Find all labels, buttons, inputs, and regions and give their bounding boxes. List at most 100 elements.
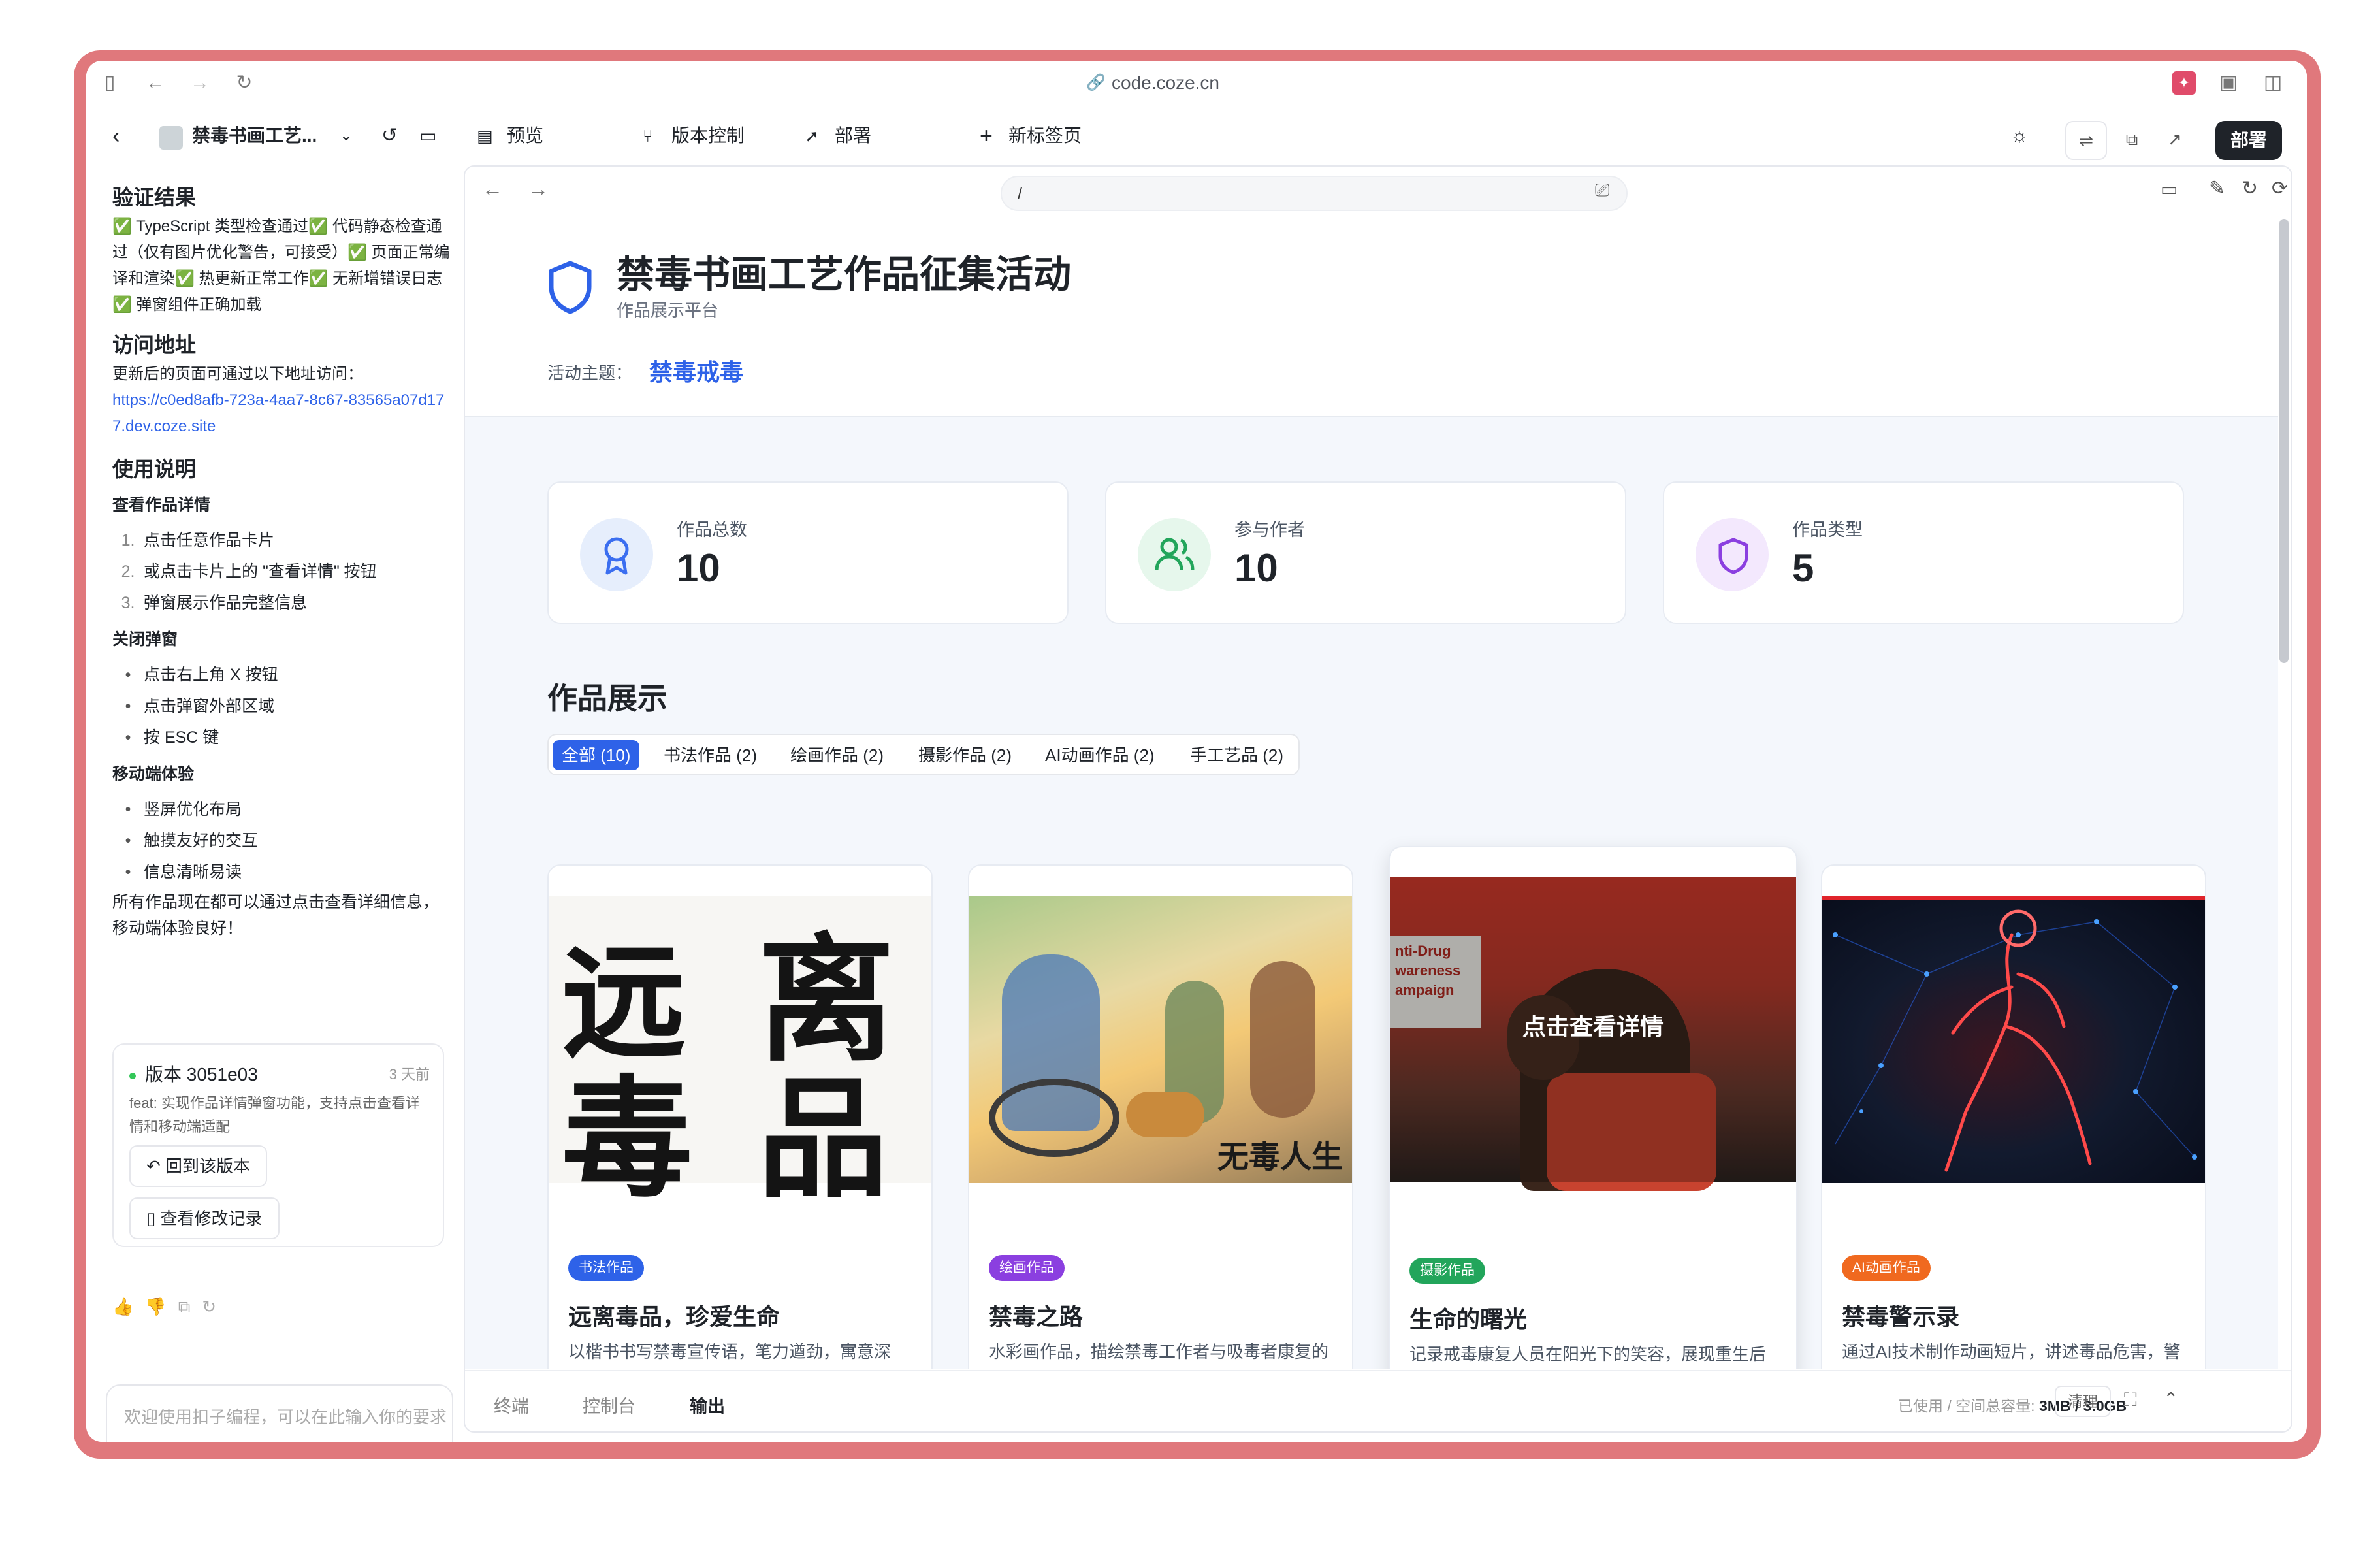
chat-input-box[interactable]: 欢迎使用扣子编程，可以在此输入你的要求 15 + ⇌ ⫼ 技能 自动 ⌄ ↑	[106, 1384, 453, 1442]
tab-output[interactable]: 输出	[690, 1392, 725, 1418]
filter-all[interactable]: 全部 (10)	[553, 740, 640, 770]
filter-ai-animation[interactable]: AI动画作品 (2)	[1036, 740, 1164, 770]
artwork-card[interactable]: 无毒人生 绘画作品 禁毒之路 水彩画作品，描绘禁毒工作者与吸毒者康复的场景，色彩…	[968, 864, 1353, 1369]
preview-nav: ← → / ⎚ ▭ ✎ ↻ ⟳	[465, 167, 2291, 216]
history-icon[interactable]: ↺	[381, 121, 398, 151]
translate-icon[interactable]: ▣	[2217, 71, 2240, 95]
page-header: 禁毒书画工艺作品征集活动 作品展示平台 活动主题： 禁毒戒毒	[465, 218, 2278, 417]
sun-icon[interactable]: ☼	[2010, 121, 2029, 151]
fullscreen-icon[interactable]: ⛶	[2124, 1390, 2137, 1411]
artwork-card[interactable]: AI动画作品 禁毒警示录 通过AI技术制作动画短片，讲述毒品危害，警示青少年远离…	[1821, 864, 2206, 1369]
external-link-icon[interactable]: ↗	[2154, 121, 2196, 160]
filter-painting[interactable]: 绘画作品 (2)	[781, 740, 893, 770]
list-item: • 点击右上角 X 按钮	[125, 666, 278, 684]
stat-card-works: 作品总数 10	[547, 481, 1069, 624]
filter-crafts[interactable]: 手工艺品 (2)	[1181, 740, 1293, 770]
page-title: 禁毒书画工艺作品征集活动	[617, 253, 1072, 296]
calligraphy-char: 毒	[562, 1062, 693, 1216]
sidebar-toggle-icon[interactable]: ▯	[98, 71, 121, 95]
list-item: • 竖屏优化布局	[125, 800, 242, 819]
list-item: • 触摸友好的交互	[125, 832, 259, 850]
split-view-icon[interactable]: ◫	[2261, 71, 2285, 95]
shield-icon	[1718, 538, 1748, 574]
summary-text: 所有作品现在都可以通过点击查看详细信息，移动端体验良好！	[112, 893, 440, 937]
filter-calligraphy[interactable]: 书法作品 (2)	[654, 740, 766, 770]
preview-forward-icon[interactable]: →	[528, 177, 549, 201]
scrollbar[interactable]	[2279, 219, 2289, 663]
artwork-desc: 水彩画作品，描绘禁毒工作者与吸毒者康复的场景，色彩温暖充满希望。	[989, 1342, 1329, 1369]
usage-title: 使用说明	[112, 457, 197, 481]
collapse-panel-icon[interactable]: ⌃	[2163, 1388, 2178, 1410]
list-item: 1. 点击任意作品卡片	[121, 531, 275, 549]
verify-text: ✅ TypeScript 类型检查通过✅ 代码静态检查通过（仅有图片优化警告，可…	[112, 218, 450, 314]
category-badge: 书法作品	[568, 1255, 644, 1281]
undo-icon: ↶	[146, 1156, 166, 1176]
tab-terminal[interactable]: 终端	[494, 1392, 529, 1418]
app-toolbar: ‹ 禁毒书画工艺... ⌄ ↺ ▭ ▤ 预览 ⑂ 版本控制 ➚ 部署 + 新标签…	[86, 108, 2307, 164]
artwork-desc: 通过AI技术制作动画短片，讲述毒品危害，警示青少年远离毒品。	[1842, 1342, 2181, 1369]
settings-icon[interactable]: ⇌	[2065, 121, 2107, 160]
artwork-desc: 记录戒毒康复人员在阳光下的笑容，展现重生后的美好生活。	[1409, 1344, 1767, 1364]
preview-address[interactable]: /	[1001, 176, 1628, 211]
plus-icon[interactable]: +	[980, 121, 993, 151]
artwork-image	[1822, 896, 2205, 1183]
stat-card-authors: 参与作者 10	[1105, 481, 1626, 624]
stat-value: 5	[1792, 546, 1814, 590]
back-icon[interactable]: ←	[144, 71, 167, 95]
stat-value: 10	[1234, 546, 1278, 590]
preview-back-icon[interactable]: ←	[482, 177, 503, 201]
screen-icon[interactable]: ⎚	[1595, 180, 1609, 201]
device-icon[interactable]: ▭	[2161, 178, 2178, 200]
sync-icon[interactable]: ⟳	[2272, 177, 2288, 200]
view-history-button[interactable]: ▯ 查看修改记录	[129, 1197, 280, 1239]
forward-icon[interactable]: →	[188, 71, 212, 95]
artwork-image: 远 离 毒 品	[549, 896, 931, 1216]
deploy-button[interactable]: 部署	[2215, 121, 2282, 160]
access-url[interactable]: https://c0ed8afb-723a-4aa7-8c67-83565a07…	[112, 387, 452, 440]
filter-photography[interactable]: 摄影作品 (2)	[909, 740, 1021, 770]
theme-value: 禁毒戒毒	[649, 359, 744, 385]
tab-new[interactable]: 新标签页	[1008, 121, 1082, 151]
stat-value: 10	[677, 546, 720, 590]
reload-icon[interactable]: ↻	[233, 71, 256, 95]
view-title: 查看作品详情	[112, 496, 211, 514]
artwork-card-hovered[interactable]: nti-Drug wareness ampaign 点击查看详情 摄影作品 生命的曙…	[1389, 846, 1797, 1369]
calligraphy-char: 品	[758, 1062, 889, 1216]
tab-console[interactable]: 控制台	[583, 1392, 635, 1418]
copy-icon[interactable]: ⧉	[2111, 121, 2153, 160]
feedback-icons[interactable]: 👍👎⧉↻	[112, 1297, 228, 1318]
access-title: 访问地址	[112, 333, 197, 357]
artwork-card[interactable]: 远 离 毒 品 书法作品 远离毒品，珍爱生命 以楷书书写禁毒宣传语，笔力遒劲，寓…	[547, 864, 933, 1369]
tab-version-control[interactable]: 版本控制	[671, 121, 745, 151]
project-name[interactable]: 禁毒书画工艺...	[192, 121, 317, 151]
stat-label: 作品类型	[1792, 520, 1863, 540]
preview-tab-icon: ▤	[477, 126, 493, 146]
close-title: 关闭弹窗	[112, 630, 178, 649]
chat-input[interactable]: 欢迎使用扣子编程，可以在此输入你的要求	[124, 1404, 451, 1428]
project-avatar	[159, 126, 183, 150]
restore-version-button[interactable]: ↶ 回到该版本	[129, 1145, 268, 1187]
extension-icon[interactable]: ✦	[2172, 71, 2196, 95]
refresh-icon[interactable]: ↻	[2242, 177, 2258, 200]
collapse-icon[interactable]: ‹	[112, 121, 120, 151]
artwork-title: 生命的曙光	[1409, 1306, 1528, 1333]
verify-title: 验证结果	[112, 186, 197, 209]
bicycle-wheel	[989, 1079, 1119, 1157]
tab-preview[interactable]: 预览	[507, 121, 543, 151]
painting-caption: 无毒人生	[1217, 1139, 1343, 1175]
branch-icon: ⑂	[643, 126, 653, 146]
list-item: • 点击弹窗外部区域	[125, 697, 275, 715]
rocket-icon: ➚	[805, 126, 819, 146]
view-details-label[interactable]: 点击查看详情	[1390, 1008, 1796, 1042]
tab-deploy[interactable]: 部署	[835, 121, 871, 151]
chevron-down-icon[interactable]: ⌄	[340, 121, 353, 151]
filter-bar: 全部 (10) 书法作品 (2) 绘画作品 (2) 摄影作品 (2) AI动画作…	[547, 734, 1300, 775]
version-title: 版本 3051e03	[129, 1060, 258, 1086]
clear-button[interactable]: 清理	[2055, 1386, 2111, 1417]
folder-icon[interactable]: ▭	[419, 121, 436, 151]
edit-icon[interactable]: ✎	[2209, 177, 2225, 200]
award-icon	[604, 537, 629, 575]
shield-icon	[549, 261, 592, 314]
url-host[interactable]: code.coze.cn	[1112, 73, 1219, 93]
version-desc: feat: 实现作品详情弹窗功能，支持点击查看详情和移动端适配	[129, 1095, 420, 1135]
